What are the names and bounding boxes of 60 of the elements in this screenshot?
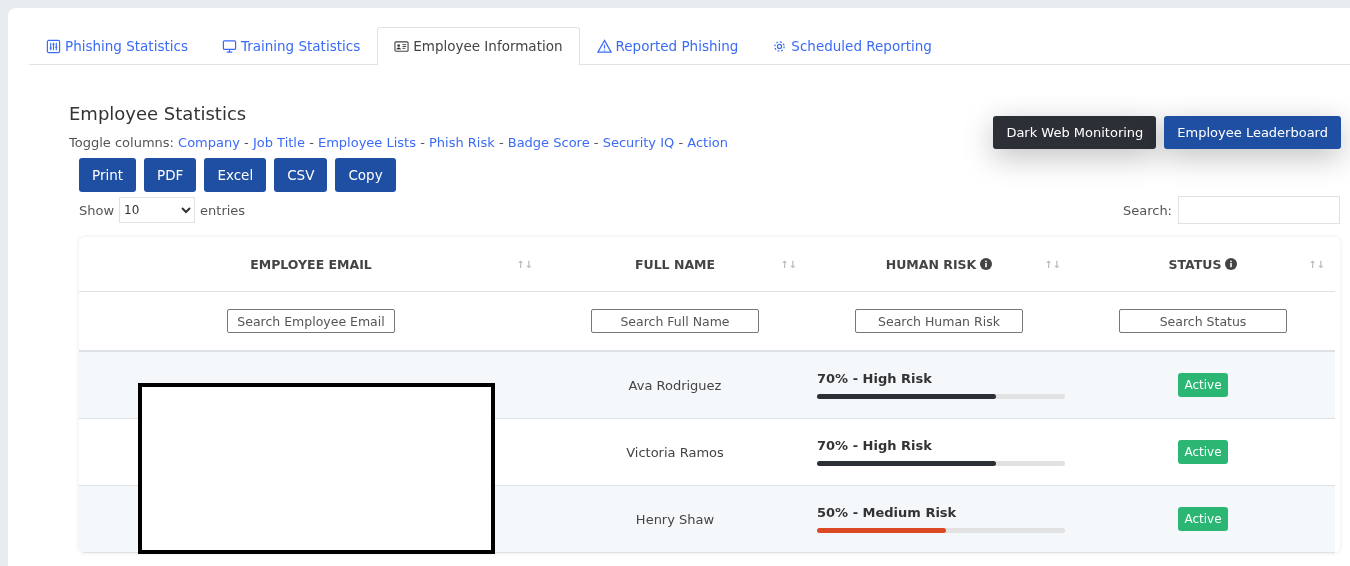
status-badge: Active	[1178, 440, 1228, 464]
export-button[interactable]: Print	[79, 158, 137, 192]
tab[interactable]: Reported Phishing	[579, 27, 756, 65]
toggle-label: Toggle columns:	[69, 135, 174, 150]
show-label: Show	[79, 202, 115, 218]
separator: -	[309, 135, 314, 150]
tab[interactable]: Employee Information	[377, 27, 580, 65]
export-button[interactable]: Excel	[204, 158, 267, 192]
risk-text: 70% - High Risk	[817, 438, 932, 453]
toggle-link[interactable]: Security IQ	[602, 135, 675, 150]
tab[interactable]: Scheduled Reporting	[755, 27, 949, 65]
export-button[interactable]: Copy	[335, 158, 396, 192]
sort-icon: ↑↓	[1044, 258, 1061, 270]
toggle-link[interactable]: Employee Lists	[317, 135, 416, 150]
separator: -	[420, 135, 425, 150]
column-header[interactable]: STATUS ↑↓	[1071, 237, 1335, 292]
toggle-link[interactable]: Action	[687, 135, 728, 150]
entries-label: entries	[200, 202, 246, 218]
search-field[interactable]	[1178, 196, 1340, 224]
column-header[interactable]: FULL NAME ↑↓	[543, 237, 807, 292]
risk-text: 70% - High Risk	[817, 371, 932, 386]
sliders-icon	[46, 38, 61, 54]
toggle-link[interactable]: Phish Risk	[428, 135, 495, 150]
name-text: Henry Shaw	[635, 511, 715, 527]
gear-icon	[772, 38, 788, 54]
separator: -	[678, 135, 684, 150]
sort-icon: ↑↓	[780, 258, 797, 270]
export-button[interactable]: CSV	[274, 158, 328, 192]
separator: -	[244, 135, 249, 150]
separator: -	[498, 135, 504, 150]
sort-icon: ↑↓	[1308, 258, 1325, 270]
export-button[interactable]: PDF	[144, 158, 197, 192]
leaderboard-button[interactable]: Employee Leaderboard	[1164, 116, 1341, 149]
column-search-field[interactable]: Search Full Name	[591, 309, 759, 333]
column-search-field[interactable]: Search Human Risk	[855, 309, 1023, 333]
entries-select[interactable]: 10	[119, 197, 196, 223]
sort-icon: ↑↓	[516, 258, 533, 270]
tab[interactable]: Training Statistics	[204, 27, 378, 65]
status-badge: Active	[1178, 507, 1228, 531]
dark-web-button[interactable]: Dark Web Monitoring	[993, 116, 1157, 149]
name-text: Ava Rodriguez	[628, 377, 722, 393]
name-text: Victoria Ramos	[626, 444, 724, 460]
risk-text: 50% - Medium Risk	[817, 505, 957, 520]
toggle-link[interactable]: Badge Score	[507, 135, 590, 150]
column-header[interactable]: HUMAN RISK ↑↓	[807, 237, 1071, 292]
section-title: Employee Statistics	[69, 103, 248, 124]
monitor-icon	[221, 38, 237, 54]
info-icon	[980, 258, 993, 270]
separator: -	[593, 135, 599, 150]
column-search-field[interactable]: Search Status	[1119, 309, 1287, 333]
column-search-field[interactable]: Search Employee Email	[227, 309, 395, 333]
tab[interactable]: Phishing Statistics	[29, 27, 205, 65]
warning-icon	[596, 38, 612, 54]
column-header[interactable]: EMPLOYEE EMAIL ↑↓	[79, 237, 543, 292]
info-icon	[1225, 258, 1238, 270]
search-label: Search:	[1122, 202, 1172, 218]
status-badge: Active	[1178, 373, 1228, 397]
id-card-icon	[394, 38, 410, 54]
toggle-link[interactable]: Company	[178, 135, 240, 150]
toggle-link[interactable]: Job Title	[252, 135, 305, 150]
